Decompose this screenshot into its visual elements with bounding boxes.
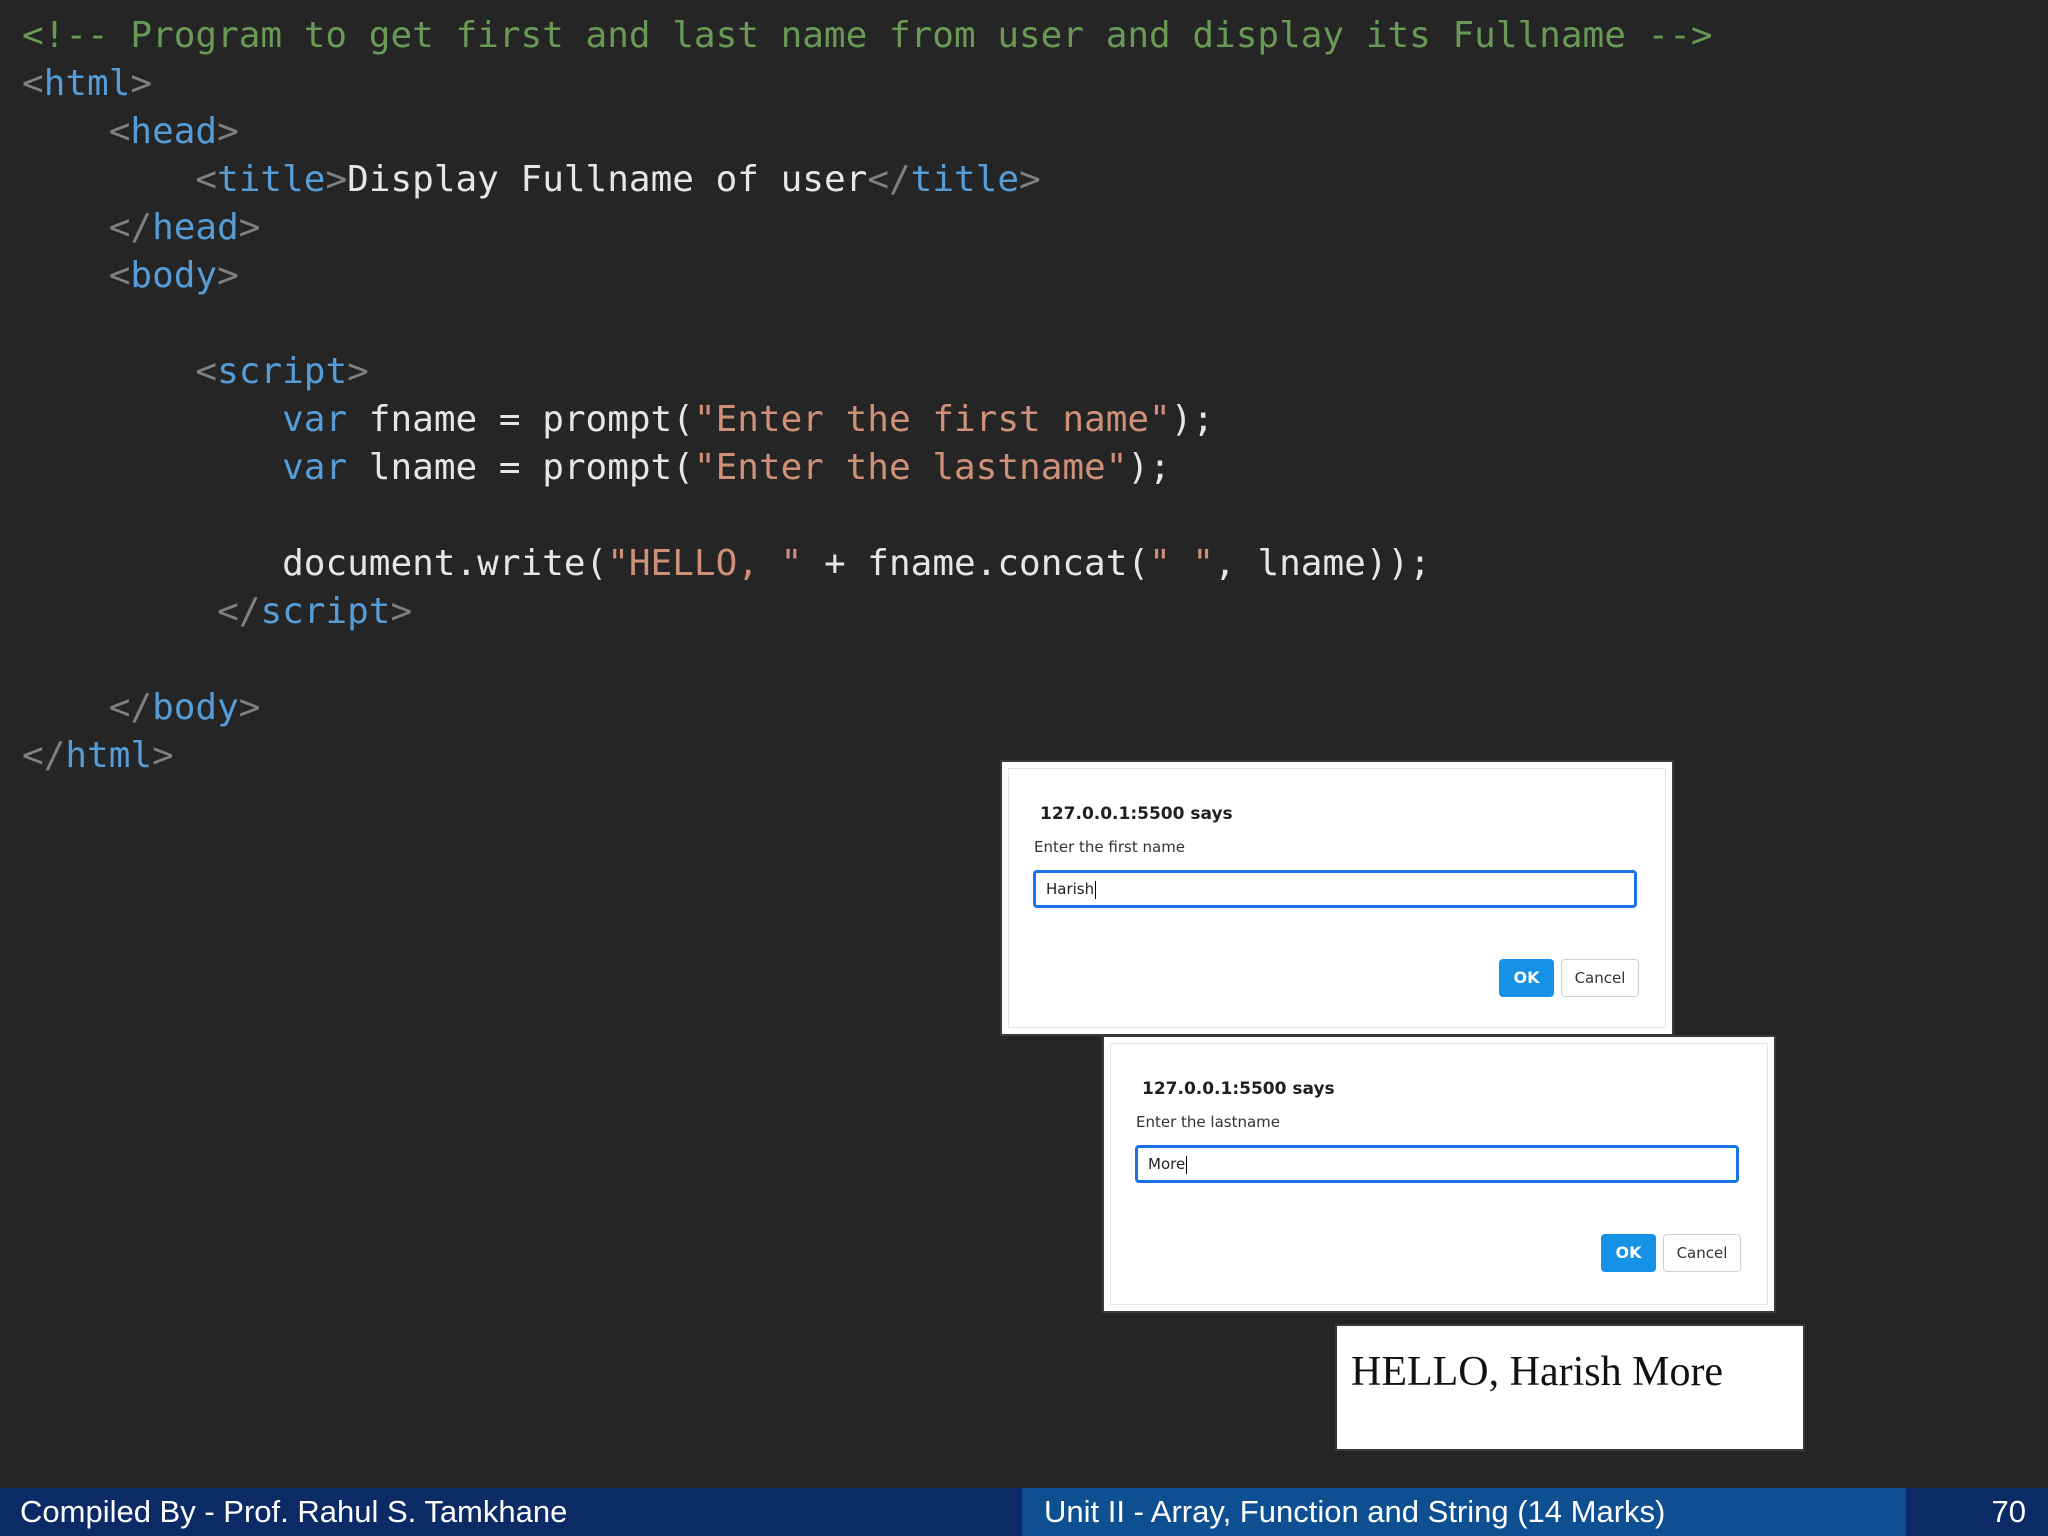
- last-name-input[interactable]: More: [1135, 1145, 1739, 1183]
- tag-body-close: body: [152, 687, 239, 728]
- tag-head: head: [130, 111, 218, 152]
- code-text: , lname));: [1214, 543, 1431, 584]
- code-line-12: document.write("HELLO, " + fname.concat(…: [22, 540, 1713, 588]
- footer-unit-title: Unit II - Array, Function and String (14…: [1022, 1488, 1906, 1536]
- text-caret: [1186, 1155, 1188, 1174]
- code-line-3: <head>: [108, 111, 239, 152]
- code-text: document.write(: [282, 543, 608, 584]
- string-literal: "Enter the first name": [693, 399, 1171, 440]
- output-panel: HELLO, Harish More: [1335, 1324, 1805, 1451]
- code-text: fname = prompt(: [347, 399, 694, 440]
- dialog-message: Enter the lastname: [1136, 1113, 1281, 1131]
- tag-script-close: script: [260, 591, 391, 632]
- tag-head-close: head: [152, 207, 239, 248]
- cancel-button[interactable]: Cancel: [1561, 959, 1639, 997]
- footer-page-number: 70: [1906, 1488, 2048, 1536]
- input-value: Harish: [1046, 880, 1095, 898]
- first-name-input[interactable]: Harish: [1033, 870, 1637, 908]
- code-line-4: <title>Display Fullname of user</title>: [195, 159, 1041, 200]
- code-block: <!-- Program to get first and last name …: [22, 12, 1713, 780]
- tag-script: script: [217, 351, 348, 392]
- cancel-button[interactable]: Cancel: [1663, 1234, 1741, 1272]
- tag-html-close: html: [65, 735, 153, 776]
- tag-body: body: [130, 255, 218, 296]
- html-comment: <!-- Program to get first and last name …: [22, 15, 1713, 56]
- slide-footer: Compiled By - Prof. Rahul S. Tamkhane Un…: [0, 1488, 2048, 1536]
- prompt-dialog-first-name: 127.0.0.1:5500 says Enter the first name…: [1000, 760, 1674, 1036]
- string-literal: " ": [1149, 543, 1215, 584]
- ok-button[interactable]: OK: [1499, 959, 1554, 997]
- input-value: More: [1148, 1155, 1186, 1173]
- code-line-13: </script>: [217, 591, 413, 632]
- tag-title-close: title: [910, 159, 1020, 200]
- code-line-1: <!-- Program to get first and last name …: [22, 12, 1713, 60]
- footer-author: Compiled By - Prof. Rahul S. Tamkhane: [0, 1488, 1022, 1536]
- title-text: Display Fullname of user: [347, 159, 868, 200]
- code-line-8: <script>: [195, 351, 369, 392]
- slide: <!-- Program to get first and last name …: [0, 0, 2048, 1536]
- code-line-2: <html>: [22, 63, 153, 104]
- string-literal: "Enter the lastname": [693, 447, 1128, 488]
- text-caret: [1095, 880, 1097, 899]
- code-text: );: [1127, 447, 1171, 488]
- code-line-5: </head>: [108, 207, 261, 248]
- code-text: lname = prompt(: [347, 447, 694, 488]
- prompt-dialog-last-name: 127.0.0.1:5500 says Enter the lastname M…: [1102, 1035, 1776, 1313]
- tag-title-open: title: [217, 159, 326, 200]
- code-line-15: </body>: [108, 687, 261, 728]
- dialog-message: Enter the first name: [1034, 838, 1186, 856]
- code-line-9: var fname = prompt("Enter the first name…: [22, 396, 1713, 444]
- code-text: + fname.concat(: [802, 543, 1150, 584]
- code-text: );: [1170, 399, 1215, 440]
- dialog-title: 127.0.0.1:5500 says: [1142, 1079, 1335, 1099]
- code-line-6: <body>: [108, 255, 239, 296]
- string-literal: "HELLO, ": [607, 543, 803, 584]
- tag-html: html: [43, 63, 131, 104]
- code-line-10: var lname = prompt("Enter the lastname")…: [22, 444, 1713, 492]
- keyword-var: var: [282, 399, 348, 440]
- keyword-var: var: [282, 447, 348, 488]
- ok-button[interactable]: OK: [1601, 1234, 1656, 1272]
- dialog-title: 127.0.0.1:5500 says: [1040, 804, 1233, 824]
- output-text: HELLO, Harish More: [1351, 1349, 1724, 1395]
